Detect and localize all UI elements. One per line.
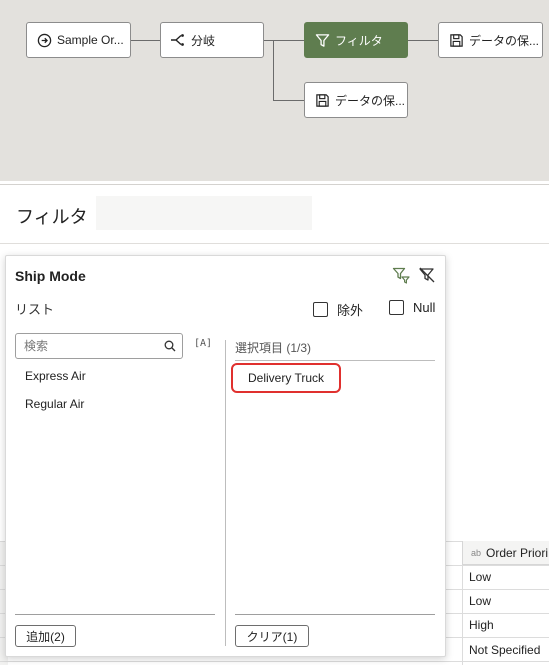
flow-node-branch[interactable]: 分岐 — [160, 22, 264, 58]
filter-icon — [314, 32, 330, 48]
clear-filter-icon[interactable] — [417, 265, 437, 285]
auto-apply-filter-icon[interactable] — [391, 265, 411, 285]
selected-items-header: 選択項目 (1/3) — [235, 341, 312, 355]
divider — [235, 614, 435, 615]
filter-column-title: Ship Mode — [15, 268, 86, 284]
search-field[interactable] — [15, 333, 183, 359]
grid-cell[interactable]: Low — [469, 594, 491, 608]
clear-button[interactable]: クリア(1) — [235, 625, 309, 647]
connector — [131, 40, 160, 41]
save-icon — [448, 32, 464, 48]
flow-node-save[interactable]: データの保... — [304, 82, 408, 118]
branch-icon — [170, 32, 186, 48]
flow-node-label: 分岐 — [191, 33, 216, 48]
grid-line — [0, 661, 549, 662]
null-label: Null — [413, 300, 436, 315]
save-icon — [314, 92, 330, 108]
column-header-label: Order Priori — [486, 546, 549, 560]
flow-node-label: フィルタ — [335, 33, 383, 48]
checkbox-box[interactable] — [313, 302, 328, 317]
arrow-circle-icon — [36, 32, 52, 48]
flow-node-source[interactable]: Sample Or... — [26, 22, 131, 58]
exclude-checkbox[interactable]: 除外 — [313, 300, 363, 319]
flow-node-label: データの保... — [469, 33, 540, 48]
list-divider — [225, 340, 226, 646]
null-checkbox[interactable]: Null — [389, 300, 435, 315]
search-icon — [164, 339, 176, 357]
available-item[interactable]: Regular Air — [25, 397, 84, 411]
available-item[interactable]: Express Air — [25, 369, 86, 383]
step-header: フィルタ — [0, 184, 549, 244]
filter-type-label: リスト — [15, 302, 55, 317]
divider — [15, 614, 215, 615]
checkbox-box[interactable] — [389, 300, 404, 315]
step-name-input[interactable] — [96, 196, 312, 230]
connector — [273, 40, 274, 100]
step-title: フィルタ — [16, 207, 88, 227]
column-header-order-priority[interactable]: ab Order Priori — [462, 541, 549, 565]
filter-popup: Ship Mode リスト 除外 Null [A] Express Air Re… — [5, 255, 446, 657]
search-input[interactable] — [16, 334, 156, 358]
selected-item[interactable]: Delivery Truck — [231, 363, 341, 393]
flow-node-label: データの保... — [335, 93, 406, 108]
selected-item-label: Delivery Truck — [247, 371, 324, 385]
flow-node-save[interactable]: データの保... — [438, 22, 543, 58]
grid-cell[interactable]: Low — [469, 570, 491, 584]
flow-node-filter[interactable]: フィルタ — [304, 22, 408, 58]
flow-canvas[interactable]: Sample Or... 分岐 フィルタ データの保... データの保... — [0, 0, 549, 181]
divider — [235, 360, 435, 361]
match-case-toggle[interactable]: [A] — [194, 338, 212, 349]
grid-cell[interactable]: Not Specified — [469, 643, 540, 657]
exclude-label: 除外 — [337, 303, 364, 318]
connector — [264, 40, 304, 41]
add-button[interactable]: 追加(2) — [15, 625, 76, 647]
flow-node-label: Sample Or... — [57, 33, 124, 47]
connector — [408, 40, 438, 41]
text-type-icon: ab — [471, 548, 482, 558]
connector — [273, 100, 304, 101]
grid-cell[interactable]: High — [469, 618, 494, 632]
